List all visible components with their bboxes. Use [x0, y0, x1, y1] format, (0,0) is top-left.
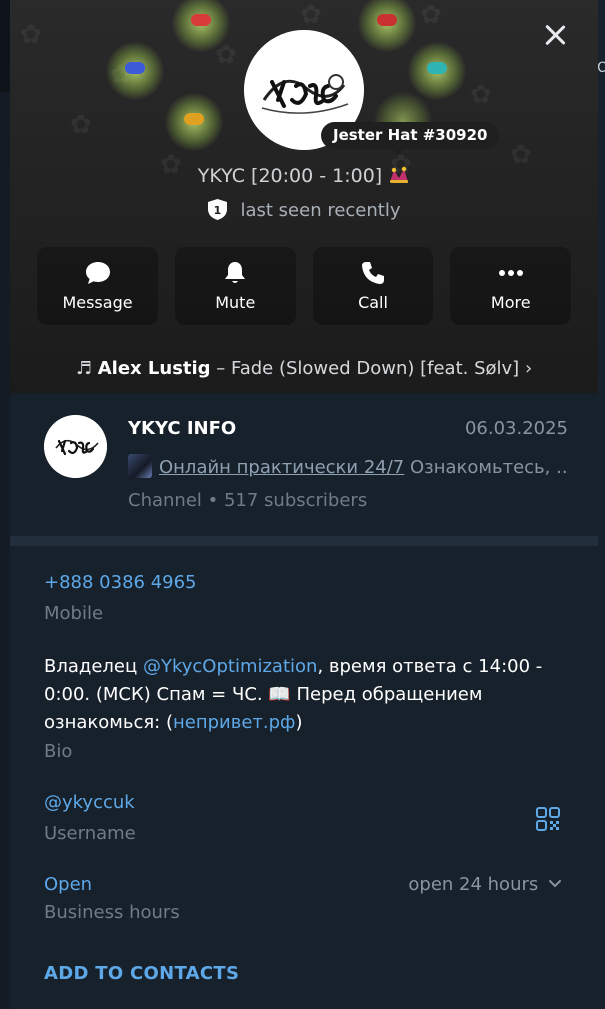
status-row: 1 last seen recently: [10, 198, 598, 221]
profile-info-list: +888 0386 4965 Mobile Владелец @YkycOpti…: [10, 546, 598, 1009]
background-app-right: Ю: [593, 0, 605, 1009]
more-button[interactable]: More: [450, 247, 571, 325]
bio-text: Владелец @YkycOptimization, время ответа…: [44, 653, 564, 737]
shield-badge-number: 1: [214, 204, 222, 217]
channel-avatar: [44, 415, 107, 478]
bio-caption: Bio: [44, 741, 73, 762]
jester-hat-icon: [390, 166, 409, 183]
bio-website-link[interactable]: непривет.рф: [173, 712, 295, 733]
music-title: Fade (Slowed Down) [feat. Sølv]: [231, 358, 520, 379]
profile-header: ✿ ✿ ✿ ✿ ✿ ✿ ✿ ✿ ✿ ✿ Jester Hat #30920: [10, 0, 598, 393]
chevron-down-icon: [549, 880, 561, 888]
mute-button-label: Mute: [215, 293, 256, 312]
close-button[interactable]: [542, 22, 568, 48]
phone-number[interactable]: +888 0386 4965: [44, 572, 197, 593]
music-artist: Alex Lustig: [97, 358, 211, 379]
action-buttons: Message Mute Call More: [37, 247, 571, 325]
username-caption: Username: [44, 823, 136, 844]
profile-name: YKYC [20:00 - 1:00]: [197, 165, 383, 187]
qr-code-icon[interactable]: [535, 806, 561, 832]
profile-music[interactable]: ♬ Alex Lustig – Fade (Slowed Down) [feat…: [10, 358, 598, 379]
more-button-label: More: [490, 293, 531, 312]
background-app-left: [0, 0, 10, 1009]
channel-date: 06.03.2025: [464, 418, 568, 439]
bio-mention-link[interactable]: @YkycOptimization: [143, 656, 317, 677]
gift-glow-3: [106, 42, 164, 100]
section-divider: [10, 536, 598, 546]
business-hours-value: open 24 hours: [408, 874, 539, 895]
message-button[interactable]: Message: [37, 247, 158, 325]
mute-button[interactable]: Mute: [174, 247, 296, 325]
gift-glow-2: [358, 0, 416, 52]
chevron-right-icon: ›: [524, 358, 533, 379]
last-seen-status: last seen recently: [240, 200, 401, 221]
call-button-label: Call: [358, 293, 388, 312]
phone-icon: [362, 262, 384, 284]
profile-name-row: YKYC [20:00 - 1:00]: [10, 165, 598, 187]
more-dots-icon: [498, 270, 523, 276]
gift-glow-4: [408, 42, 466, 100]
channel-preview-thumbnail: [128, 454, 152, 478]
bio-prefix: Владелец: [44, 656, 143, 677]
business-hours-dropdown[interactable]: open 24 hours: [408, 874, 562, 895]
gift-tooltip: Jester Hat #30920: [321, 122, 500, 155]
call-button[interactable]: Call: [312, 247, 434, 325]
add-to-contacts-button[interactable]: ADD TO CONTACTS: [44, 963, 239, 984]
music-separator: –: [210, 358, 232, 379]
username-value[interactable]: @ykyccuk: [44, 792, 135, 813]
channel-subtitle: Channel • 517 subscribers: [128, 490, 368, 511]
music-note-icon: ♬: [75, 358, 92, 379]
channel-logo-icon: [44, 415, 107, 478]
bell-icon: [225, 262, 246, 283]
business-status: Open: [44, 874, 93, 895]
profile-panel: ✿ ✿ ✿ ✿ ✿ ✿ ✿ ✿ ✿ ✿ Jester Hat #30920: [10, 0, 598, 1009]
channel-preview-link[interactable]: Онлайн практически 24/7: [159, 457, 404, 478]
phone-caption: Mobile: [44, 603, 104, 624]
channel-preview: Онлайн практически 24/7 Ознакомьтесь, ..…: [128, 454, 568, 478]
channel-name: YKYC INFO: [128, 418, 237, 439]
channel-preview-text: Ознакомьтесь, ...: [404, 457, 568, 478]
personal-channel-card[interactable]: YKYC INFO 06.03.2025 Онлайн практически …: [10, 393, 598, 536]
gift-glow-5: [165, 93, 223, 151]
message-button-label: Message: [62, 293, 133, 312]
bio-suffix: ): [295, 712, 303, 733]
business-hours-caption: Business hours: [44, 902, 180, 923]
chat-bubble-icon: [85, 262, 110, 284]
shield-badge-icon: 1: [208, 199, 228, 220]
